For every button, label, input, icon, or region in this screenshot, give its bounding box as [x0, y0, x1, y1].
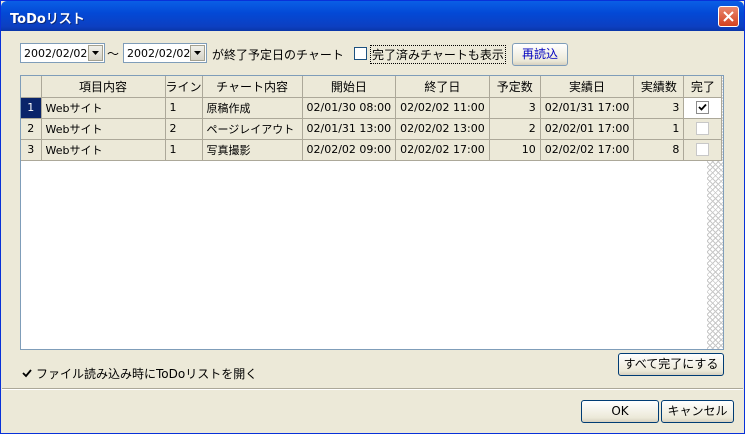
header-end[interactable]: 終了日 — [395, 76, 490, 98]
cell-line[interactable]: 2 — [165, 118, 203, 140]
cell-chart[interactable]: 写真撮影 — [202, 139, 303, 161]
cell-start[interactable]: 02/01/30 08:00 — [302, 97, 397, 119]
cell-actual-date[interactable]: 02/02/02 17:00 — [540, 139, 635, 161]
table-row[interactable]: 3 Webサイト 1 写真撮影 02/02/02 09:00 02/02/02 … — [21, 139, 723, 161]
start-date-dropdown[interactable] — [88, 45, 103, 61]
close-button[interactable] — [718, 6, 739, 27]
end-date-dropdown[interactable] — [190, 45, 205, 61]
done-checkbox[interactable] — [696, 122, 710, 136]
range-label: が終了予定日のチャート — [212, 48, 344, 62]
reload-button[interactable]: 再読込 — [512, 43, 568, 66]
end-date-select[interactable]: 2002/02/02 — [123, 43, 207, 63]
cell-end[interactable]: 02/02/02 17:00 — [395, 139, 490, 161]
header-item[interactable]: 項目内容 — [41, 76, 166, 98]
cell-planned[interactable]: 2 — [489, 118, 541, 140]
row-number[interactable]: 2 — [21, 118, 42, 140]
header-planned[interactable]: 予定数 — [489, 76, 541, 98]
row-number[interactable]: 1 — [21, 97, 42, 119]
header-start[interactable]: 開始日 — [302, 76, 397, 98]
table-row[interactable]: 2 Webサイト 2 ページレイアウト 02/01/31 13:00 02/02… — [21, 118, 723, 140]
cell-end[interactable]: 02/02/02 13:00 — [395, 118, 490, 140]
cell-chart[interactable]: 原稿作成 — [202, 97, 303, 119]
cell-done[interactable] — [683, 97, 723, 119]
header-done[interactable]: 完了 — [683, 76, 723, 98]
header-actual-date[interactable]: 実績日 — [540, 76, 635, 98]
cell-actual-date[interactable]: 02/02/01 17:00 — [540, 118, 635, 140]
cell-chart[interactable]: ページレイアウト — [202, 118, 303, 140]
title-bar[interactable]: ToDoリスト — [1, 1, 744, 31]
cell-actual[interactable]: 1 — [633, 118, 685, 140]
todo-dialog: ToDoリスト 2002/02/02 ～ 2002/02/02 が終了予定日のチ… — [0, 0, 745, 434]
cell-end[interactable]: 02/02/02 11:00 — [395, 97, 490, 119]
end-date-value: 2002/02/02 — [127, 47, 191, 60]
range-tilde: ～ — [107, 47, 120, 61]
check-icon — [698, 104, 708, 112]
cell-item[interactable]: Webサイト — [41, 118, 166, 140]
open-on-load-label[interactable]: ファイル読み込み時にToDoリストを開く — [36, 365, 257, 382]
cell-actual[interactable]: 3 — [633, 97, 685, 119]
show-completed-label[interactable]: 完了済みチャートも表示 — [370, 45, 506, 64]
check-icon — [21, 368, 32, 377]
chevron-down-icon — [194, 51, 201, 55]
chevron-down-icon — [92, 51, 99, 55]
cell-line[interactable]: 1 — [165, 139, 203, 161]
show-completed-checkbox[interactable] — [354, 47, 367, 60]
start-date-value: 2002/02/02 — [24, 47, 88, 60]
cancel-button[interactable]: キャンセル — [661, 400, 734, 423]
window-title: ToDoリスト — [10, 12, 85, 27]
header-corner[interactable] — [21, 76, 42, 98]
row-number[interactable]: 3 — [21, 139, 42, 161]
footer-divider — [2, 388, 743, 390]
start-date-select[interactable]: 2002/02/02 — [20, 43, 105, 63]
done-checkbox[interactable] — [696, 101, 710, 115]
todo-grid[interactable]: 項目内容 ライン チャート内容 開始日 終了日 予定数 実績日 実績数 完了 1… — [20, 75, 724, 350]
cell-line[interactable]: 1 — [165, 97, 203, 119]
open-on-load-checkbox[interactable] — [20, 366, 33, 379]
table-row[interactable]: 1 Webサイト 1 原稿作成 02/01/30 08:00 02/02/02 … — [21, 97, 723, 119]
cell-start[interactable]: 02/02/02 09:00 — [302, 139, 397, 161]
close-icon — [723, 11, 734, 22]
header-actual[interactable]: 実績数 — [633, 76, 685, 98]
cell-start[interactable]: 02/01/31 13:00 — [302, 118, 397, 140]
cell-planned[interactable]: 3 — [489, 97, 541, 119]
header-line[interactable]: ライン — [165, 76, 203, 98]
ok-button[interactable]: OK — [581, 400, 659, 423]
cell-done[interactable] — [683, 118, 723, 140]
complete-all-button[interactable]: すべて完了にする — [618, 353, 724, 376]
todo-table: 項目内容 ライン チャート内容 開始日 終了日 予定数 実績日 実績数 完了 1… — [21, 76, 723, 161]
cell-actual-date[interactable]: 02/01/31 17:00 — [540, 97, 635, 119]
cell-actual[interactable]: 8 — [633, 139, 685, 161]
header-chart[interactable]: チャート内容 — [202, 76, 303, 98]
cell-item[interactable]: Webサイト — [41, 97, 166, 119]
header-row: 項目内容 ライン チャート内容 開始日 終了日 予定数 実績日 実績数 完了 — [21, 76, 723, 98]
cell-planned[interactable]: 10 — [489, 139, 541, 161]
done-checkbox[interactable] — [696, 143, 710, 157]
cell-item[interactable]: Webサイト — [41, 139, 166, 161]
cell-done[interactable] — [683, 139, 723, 161]
